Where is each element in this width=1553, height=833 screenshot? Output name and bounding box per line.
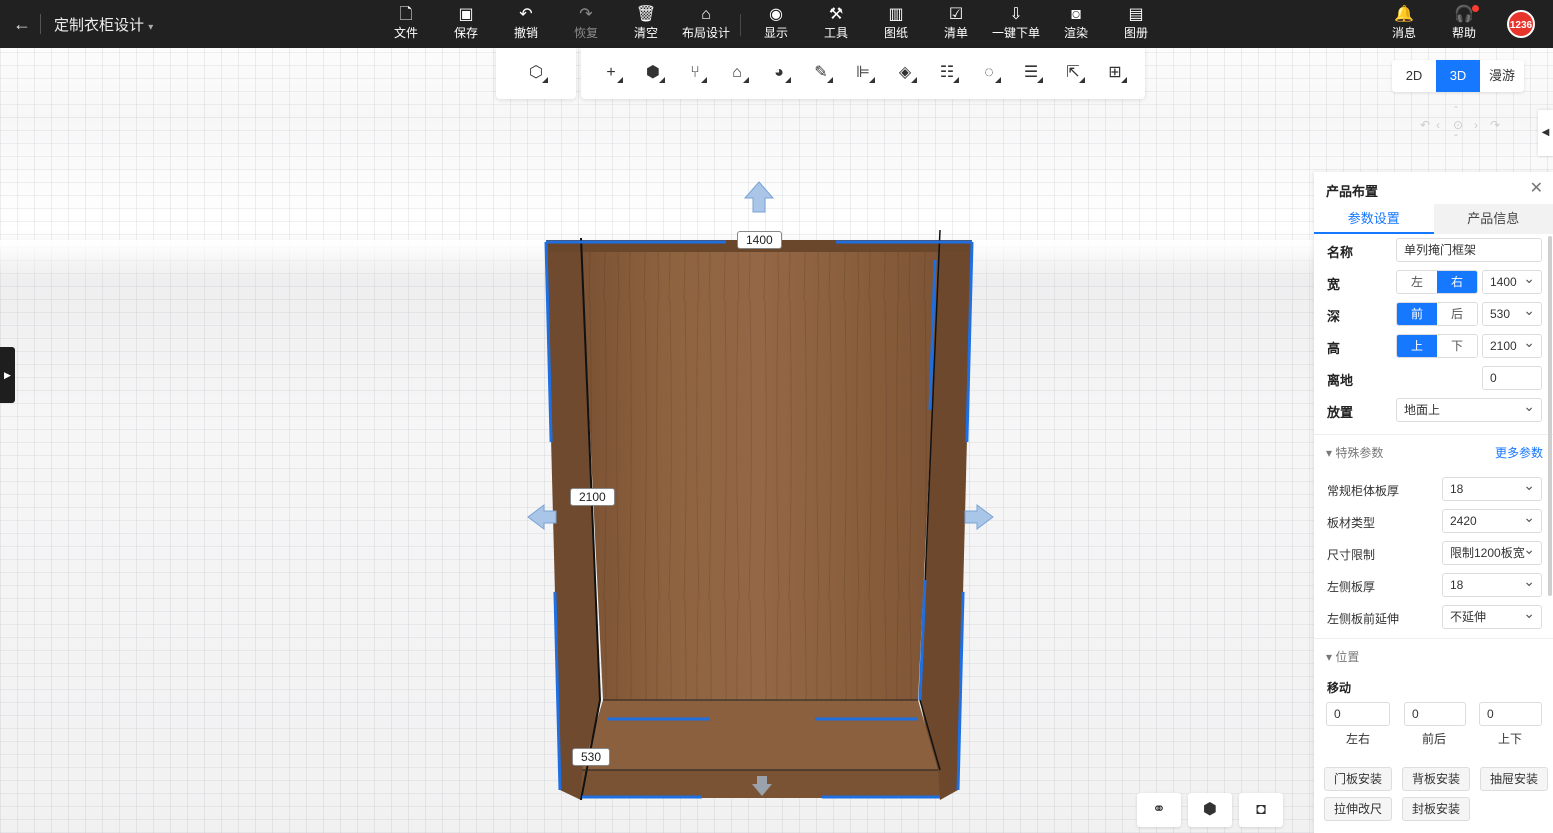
move-up-arrow-icon[interactable] xyxy=(743,181,775,213)
move-x-label: 左右 xyxy=(1346,732,1371,746)
panel-title: 产品布置 xyxy=(1326,184,1379,199)
width-left-option[interactable]: 左 xyxy=(1397,271,1437,293)
param-select[interactable]: 18 xyxy=(1442,570,1542,597)
more-params-link[interactable]: 更多参数 xyxy=(1495,444,1543,461)
bottom-panel[interactable] xyxy=(582,700,938,770)
link-icon: ⚭ xyxy=(1152,801,1166,818)
camera-add-icon: ◘ xyxy=(1256,801,1266,818)
cube-view-button[interactable]: ⬢ xyxy=(1188,793,1232,827)
height-bottom-option[interactable]: 下 xyxy=(1437,335,1477,357)
drawer-install-button[interactable]: 抽屉安装 xyxy=(1480,767,1548,791)
name-input[interactable]: 单列掩门框架 xyxy=(1396,238,1542,262)
width-label: 宽 xyxy=(1327,277,1341,292)
close-icon[interactable]: ✕ xyxy=(1530,178,1543,198)
depth-front-option[interactable]: 前 xyxy=(1397,303,1437,325)
param-label: 左侧板前延伸 xyxy=(1327,612,1400,626)
panel-scrollbar[interactable] xyxy=(1548,236,1552,596)
divider xyxy=(1314,434,1553,435)
section-title: 特殊参数 xyxy=(1335,446,1384,460)
panel-tabs: 参数设置 产品信息 xyxy=(1314,204,1553,234)
param-select[interactable]: 不延伸 xyxy=(1442,602,1542,629)
ground-label: 离地 xyxy=(1327,373,1354,388)
link-tool-button[interactable]: ⚭ xyxy=(1137,793,1181,827)
param-select[interactable]: 2420 xyxy=(1442,506,1542,533)
move-y-input[interactable]: 0 xyxy=(1404,702,1466,726)
section-title: 位置 xyxy=(1335,650,1360,664)
product-layout-panel: 产品布置 ✕ 参数设置 产品信息 名称 单列掩门框架 宽 左 右 1400 深 … xyxy=(1314,172,1553,833)
position-section[interactable]: ▾ 位置 xyxy=(1326,648,1359,665)
move-right-arrow-icon[interactable] xyxy=(964,504,994,530)
placement-select[interactable]: 地面上 xyxy=(1396,395,1542,422)
tab-product-info[interactable]: 产品信息 xyxy=(1433,204,1553,234)
height-dimension-label[interactable]: 2100 xyxy=(570,488,615,506)
name-label: 名称 xyxy=(1327,245,1354,260)
width-right-option[interactable]: 右 xyxy=(1437,271,1477,293)
stretch-resize-button[interactable]: 拉伸改尺 xyxy=(1324,797,1392,821)
depth-select[interactable]: 530 xyxy=(1482,299,1542,326)
height-label: 高 xyxy=(1327,341,1341,356)
depth-label: 深 xyxy=(1327,309,1341,324)
move-left-arrow-icon[interactable] xyxy=(527,504,557,530)
width-select[interactable]: 1400 xyxy=(1482,267,1542,294)
back-panel-install-button[interactable]: 背板安装 xyxy=(1402,767,1470,791)
placement-label: 放置 xyxy=(1327,405,1354,420)
param-select[interactable]: 18 xyxy=(1442,474,1542,501)
move-x-input[interactable]: 0 xyxy=(1326,702,1390,726)
depth-back-option[interactable]: 后 xyxy=(1437,303,1477,325)
move-z-label: 上下 xyxy=(1498,732,1523,746)
screenshot-button[interactable]: ◘ xyxy=(1239,793,1283,827)
move-y-label: 前后 xyxy=(1422,732,1447,746)
width-dimension-label[interactable]: 1400 xyxy=(737,231,782,249)
param-label: 尺寸限制 xyxy=(1327,548,1376,562)
divider xyxy=(1314,638,1553,639)
move-label: 移动 xyxy=(1327,681,1352,695)
height-anchor-toggle: 上 下 xyxy=(1396,334,1478,358)
width-anchor-toggle: 左 右 xyxy=(1396,270,1478,294)
ground-offset-input[interactable]: 0 xyxy=(1482,366,1542,390)
height-select[interactable]: 2100 xyxy=(1482,331,1542,358)
move-z-input[interactable]: 0 xyxy=(1479,702,1542,726)
tab-params[interactable]: 参数设置 xyxy=(1314,204,1434,234)
cube-icon: ⬢ xyxy=(1203,801,1217,818)
depth-dimension-label[interactable]: 530 xyxy=(572,748,611,766)
height-top-option[interactable]: 上 xyxy=(1397,335,1437,357)
param-label: 板材类型 xyxy=(1327,516,1376,530)
special-params-section[interactable]: ▾ 特殊参数 xyxy=(1326,444,1383,461)
depth-anchor-toggle: 前 后 xyxy=(1396,302,1478,326)
door-install-button[interactable]: 门板安装 xyxy=(1324,767,1392,791)
param-select[interactable]: 限制1200板宽 xyxy=(1442,538,1542,565)
param-label: 常规柜体板厚 xyxy=(1327,484,1400,498)
param-label: 左侧板厚 xyxy=(1327,580,1376,594)
seal-panel-install-button[interactable]: 封板安装 xyxy=(1402,797,1470,821)
